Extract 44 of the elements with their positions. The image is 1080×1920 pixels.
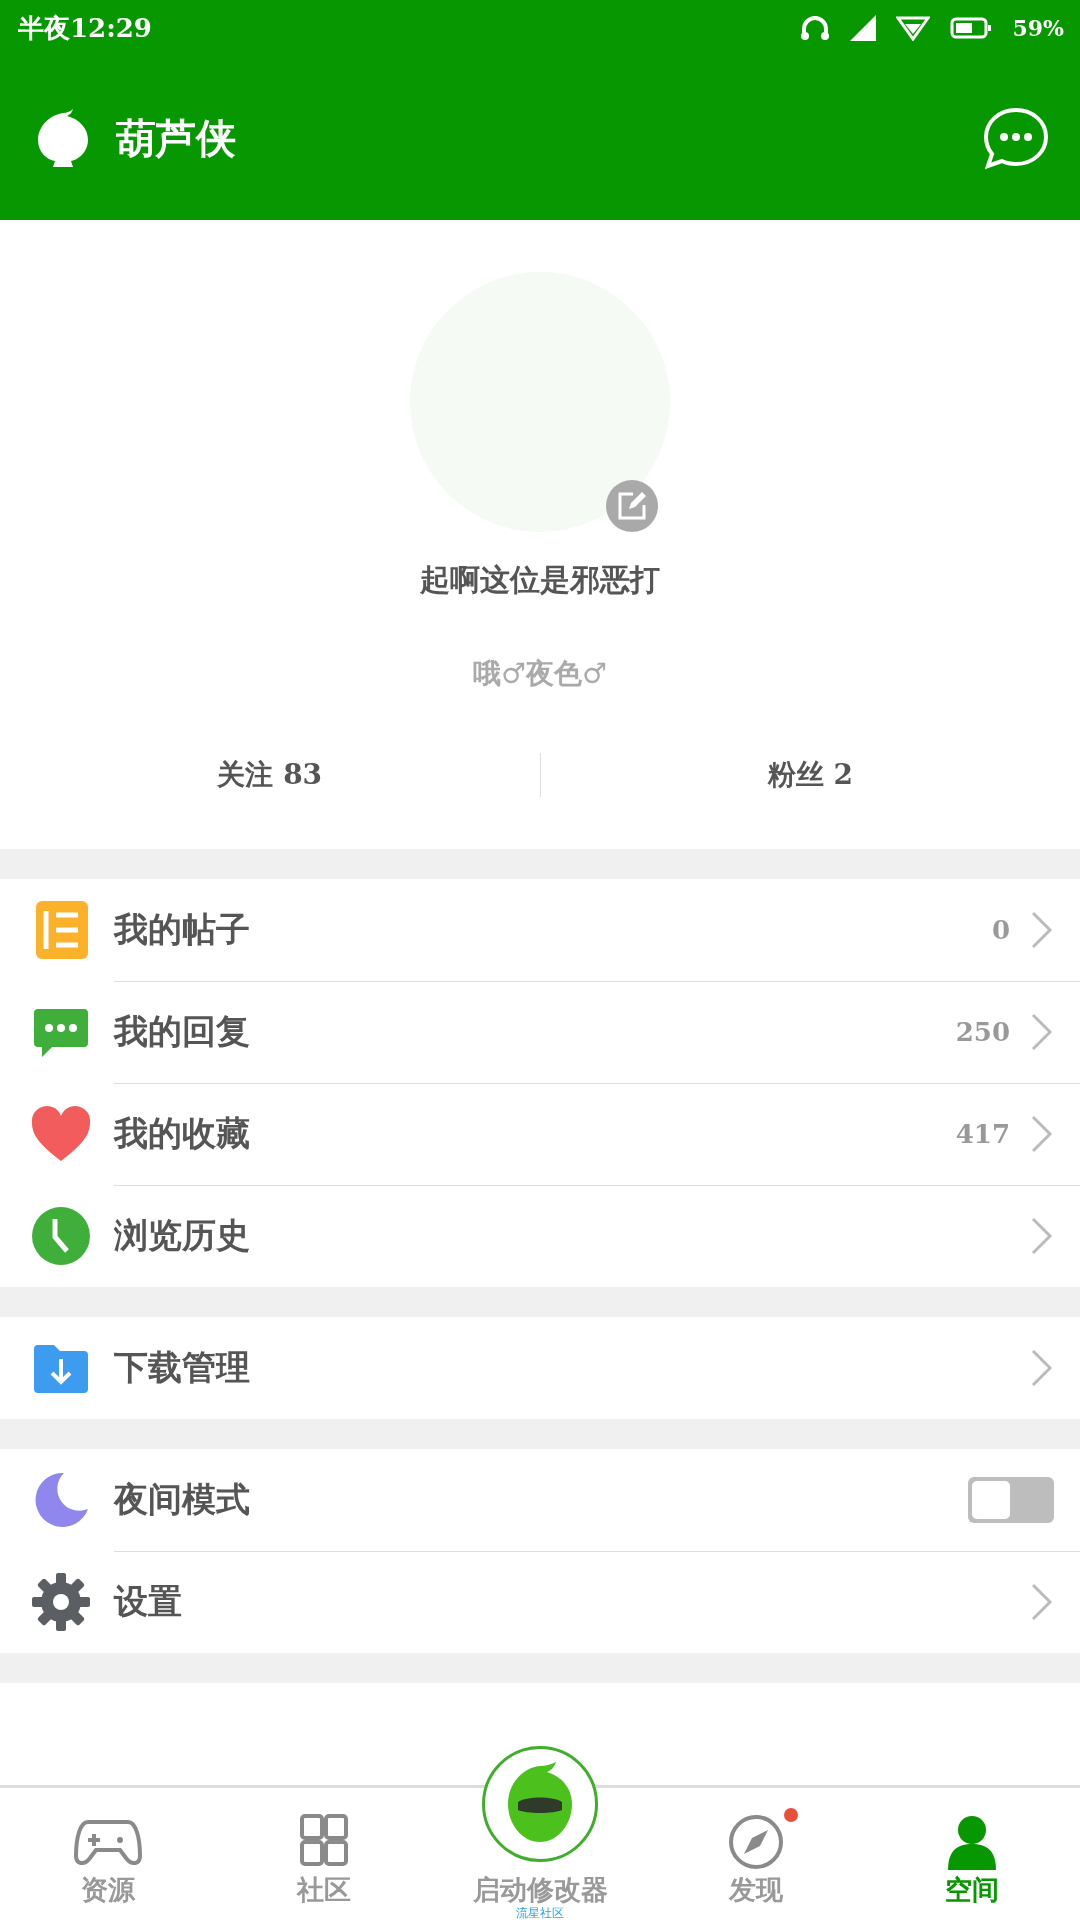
chevron-right-icon <box>1030 909 1054 950</box>
user-signature: 哦♂夜色♂ <box>472 656 608 692</box>
app-title: 葫芦侠 <box>116 112 237 163</box>
chevron-right-icon <box>1030 1348 1054 1388</box>
nav-tab[interactable]: 空间 <box>864 1788 1080 1920</box>
menu-count: 250 <box>955 1016 1010 1047</box>
status-time: 半夜12:29 <box>18 11 153 45</box>
menu-label: 我的回复 <box>114 1009 251 1053</box>
chevron-right-icon <box>1030 1011 1054 1052</box>
night-mode-toggle[interactable] <box>968 1476 1054 1523</box>
stat-link[interactable]: 粉丝 2 <box>539 753 1080 797</box>
headphones-icon <box>800 15 831 41</box>
chevron-right-icon <box>1030 1582 1054 1622</box>
menu-label: 设置 <box>114 1580 183 1623</box>
nav-label: 启动修改器 <box>472 1874 608 1906</box>
wifi-icon <box>896 15 931 41</box>
clock-icon <box>30 1205 92 1267</box>
battery-percent: 59% <box>1012 15 1064 41</box>
menu-item[interactable]: 我的收藏 417 <box>0 1083 1080 1185</box>
stat-link[interactable]: 关注 83 <box>0 753 540 797</box>
edit-icon <box>617 491 647 521</box>
menu-label: 我的收藏 <box>114 1111 251 1155</box>
menu-item[interactable]: 夜间模式 <box>0 1449 1080 1551</box>
signal-icon <box>850 15 877 41</box>
chevron-right-icon <box>1030 1216 1054 1256</box>
menu-count: 417 <box>955 1118 1010 1149</box>
nav-sublabel: 流星社区 <box>516 1906 564 1920</box>
user-name: 起啊这位是邪恶打 <box>420 561 660 599</box>
gear-icon <box>30 1571 92 1633</box>
menu-item[interactable]: 下载管理 <box>0 1317 1080 1419</box>
messages-icon[interactable] <box>982 106 1050 170</box>
menu-label: 下载管理 <box>114 1346 251 1389</box>
menu-label: 浏览历史 <box>114 1214 251 1257</box>
chevron-right-icon <box>1030 1113 1054 1154</box>
gourd-logo-icon <box>36 109 90 167</box>
menu-item[interactable]: 浏览历史 <box>0 1185 1080 1287</box>
menu-label: 我的帖子 <box>114 907 251 951</box>
menu-item[interactable]: 我的帖子 0 <box>0 879 1080 981</box>
menu-label: 夜间模式 <box>114 1477 251 1521</box>
menu-item[interactable]: 设置 <box>0 1551 1080 1653</box>
edit-button[interactable] <box>606 480 658 532</box>
battery-icon <box>950 17 993 39</box>
menu-item[interactable]: 我的回复 250 <box>0 981 1080 1083</box>
menu-count: 0 <box>991 914 1010 945</box>
